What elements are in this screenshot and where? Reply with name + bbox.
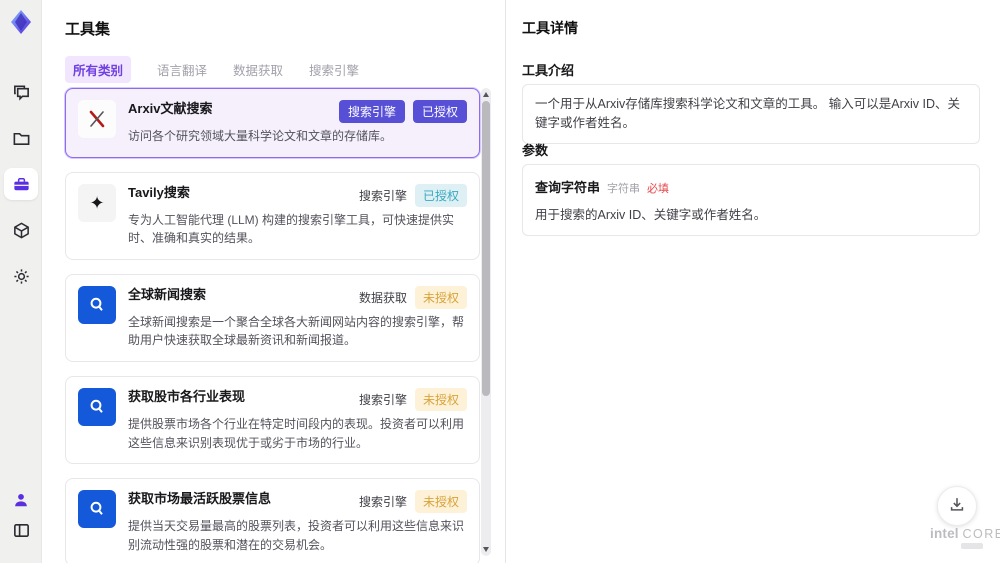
sidebar-item-chat[interactable] bbox=[4, 76, 38, 108]
tool-card-sector-performance[interactable]: 获取股市各行业表现 搜索引擎 未授权 提供股票市场各个行业在特定时间段内的表现。… bbox=[65, 375, 480, 465]
intel-logo-subline bbox=[961, 543, 983, 549]
panel-toggle-icon bbox=[12, 521, 31, 540]
chat-icon bbox=[12, 83, 31, 102]
user-icon bbox=[12, 491, 30, 509]
sidebar-item-settings[interactable] bbox=[4, 260, 38, 292]
blue-search-icon bbox=[78, 285, 116, 324]
category-badge: 搜索引擎 bbox=[338, 100, 405, 123]
tool-name: Tavily搜索 bbox=[128, 184, 190, 200]
tool-description: 全球新闻搜索是一个聚合全球各大新闻网站内容的搜索引擎，帮助用户快速获取全球最新资… bbox=[128, 314, 465, 348]
folder-icon bbox=[12, 129, 31, 148]
tool-name: 获取股市各行业表现 bbox=[128, 388, 246, 404]
card-content: 获取股市各行业表现 搜索引擎 未授权 提供股票市场各个行业在特定时间段内的表现。… bbox=[128, 387, 467, 452]
tab-search-engine[interactable]: 搜索引擎 bbox=[309, 56, 359, 83]
category-badge: 搜索引擎 bbox=[358, 392, 407, 407]
tool-description: 提供股票市场各个行业在特定时间段内的表现。投资者可以利用这些信息来识别表现优于或… bbox=[128, 416, 465, 450]
gem-icon bbox=[11, 10, 31, 34]
param-description: 用于搜索的Arxiv ID、关键字或作者姓名。 bbox=[535, 208, 767, 222]
package-icon bbox=[12, 221, 31, 240]
scroll-down-icon[interactable] bbox=[483, 547, 489, 552]
tool-card-global-news[interactable]: 全球新闻搜索 数据获取 未授权 全球新闻搜索是一个聚合全球各大新闻网站内容的搜索… bbox=[65, 273, 480, 362]
params-heading: 参数 bbox=[522, 143, 549, 158]
param-type: 字符串 bbox=[607, 183, 641, 195]
param-name: 查询字符串 bbox=[535, 180, 601, 195]
tool-card-tavily[interactable]: ✦ Tavily搜索 搜索引擎 已授权 专为人工智能代理 (LLM) 构建的搜索… bbox=[65, 171, 480, 260]
arxiv-logo-icon bbox=[78, 100, 116, 138]
sidebar-item-files[interactable] bbox=[4, 122, 38, 154]
card-content: Arxiv文献搜索 搜索引擎 已授权 访问各个研究领域大量科学论文和文章的存储库… bbox=[128, 100, 467, 146]
auth-status-badge: 未授权 bbox=[414, 490, 467, 514]
category-badge: 数据获取 bbox=[358, 290, 407, 305]
intro-heading: 工具介绍 bbox=[522, 63, 575, 78]
tool-description: 提供当天交易量最高的股票列表，投资者可以利用这些信息来识别流动性强的股票和潜在的… bbox=[128, 519, 465, 552]
auth-status-badge: 已授权 bbox=[412, 100, 467, 123]
intro-box: 一个用于从Arxiv存储库搜索科学论文和文章的工具。 输入可以是Arxiv ID… bbox=[522, 84, 980, 144]
list-scrollbar[interactable] bbox=[481, 88, 491, 556]
sidebar-item-user[interactable] bbox=[4, 484, 38, 516]
tool-card-most-active-stocks[interactable]: 获取市场最活跃股票信息 搜索引擎 未授权 提供当天交易量最高的股票列表，投资者可… bbox=[65, 478, 480, 563]
tool-name: Arxiv文献搜索 bbox=[128, 101, 213, 116]
gear-icon bbox=[12, 267, 31, 286]
page-title: 工具集 bbox=[65, 21, 111, 38]
scrollbar-thumb[interactable] bbox=[482, 101, 490, 396]
tavily-sparkle-icon: ✦ bbox=[78, 183, 116, 222]
param-required-badge: 必填 bbox=[647, 183, 670, 195]
sidebar-item-tools[interactable] bbox=[4, 168, 38, 200]
param-box: 查询字符串 字符串 必填 用于搜索的Arxiv ID、关键字或作者姓名。 bbox=[522, 164, 980, 236]
category-badge: 搜索引擎 bbox=[358, 495, 407, 510]
detail-title: 工具详情 bbox=[522, 20, 578, 36]
tab-all-categories[interactable]: 所有类别 bbox=[65, 56, 132, 83]
intel-brand-text: intel bbox=[930, 526, 959, 541]
scroll-up-icon[interactable] bbox=[483, 92, 489, 97]
tool-card-arxiv[interactable]: Arxiv文献搜索 搜索引擎 已授权 访问各个研究领域大量科学论文和文章的存储库… bbox=[65, 88, 480, 158]
sidebar-item-panel-toggle[interactable] bbox=[4, 514, 38, 546]
tool-description: 访问各个研究领域大量科学论文和文章的存储库。 bbox=[128, 129, 393, 143]
left-rail bbox=[0, 0, 42, 563]
auth-status-badge: 已授权 bbox=[414, 183, 467, 207]
toolbox-icon bbox=[12, 175, 31, 194]
card-content: 全球新闻搜索 数据获取 未授权 全球新闻搜索是一个聚合全球各大新闻网站内容的搜索… bbox=[128, 285, 467, 350]
card-content: Tavily搜索 搜索引擎 已授权 专为人工智能代理 (LLM) 构建的搜索引擎… bbox=[128, 183, 467, 248]
category-tabs: 所有类别 语言翻译 数据获取 搜索引擎 bbox=[65, 56, 359, 83]
tab-data-fetch[interactable]: 数据获取 bbox=[233, 56, 283, 83]
auth-status-badge: 未授权 bbox=[414, 387, 467, 411]
tool-list-panel: 工具集 所有类别 语言翻译 数据获取 搜索引擎 Arxiv文献搜索 搜索引擎 已… bbox=[42, 0, 505, 563]
sidebar-item-packages[interactable] bbox=[4, 214, 38, 246]
tool-detail-panel: 工具详情 工具介绍 一个用于从Arxiv存储库搜索科学论文和文章的工具。 输入可… bbox=[505, 0, 1000, 563]
tab-language-translation[interactable]: 语言翻译 bbox=[157, 56, 207, 83]
download-icon bbox=[948, 495, 966, 518]
tool-name: 获取市场最活跃股票信息 bbox=[128, 491, 272, 507]
card-content: 获取市场最活跃股票信息 搜索引擎 未授权 提供当天交易量最高的股票列表，投资者可… bbox=[128, 490, 467, 554]
blue-search-icon bbox=[78, 387, 116, 426]
tool-description: 专为人工智能代理 (LLM) 构建的搜索引擎工具，可快速提供实时、准确和真实的结… bbox=[128, 212, 455, 246]
app-logo[interactable] bbox=[7, 8, 35, 36]
category-badge: 搜索引擎 bbox=[358, 188, 407, 203]
tool-name: 全球新闻搜索 bbox=[128, 286, 207, 302]
blue-search-icon bbox=[78, 490, 116, 529]
auth-status-badge: 未授权 bbox=[414, 285, 467, 309]
tool-card-list: Arxiv文献搜索 搜索引擎 已授权 访问各个研究领域大量科学论文和文章的存储库… bbox=[65, 88, 480, 563]
download-button[interactable] bbox=[937, 486, 977, 526]
core-brand-text: core bbox=[962, 527, 1000, 541]
intel-core-logo: intel core bbox=[930, 526, 1000, 541]
